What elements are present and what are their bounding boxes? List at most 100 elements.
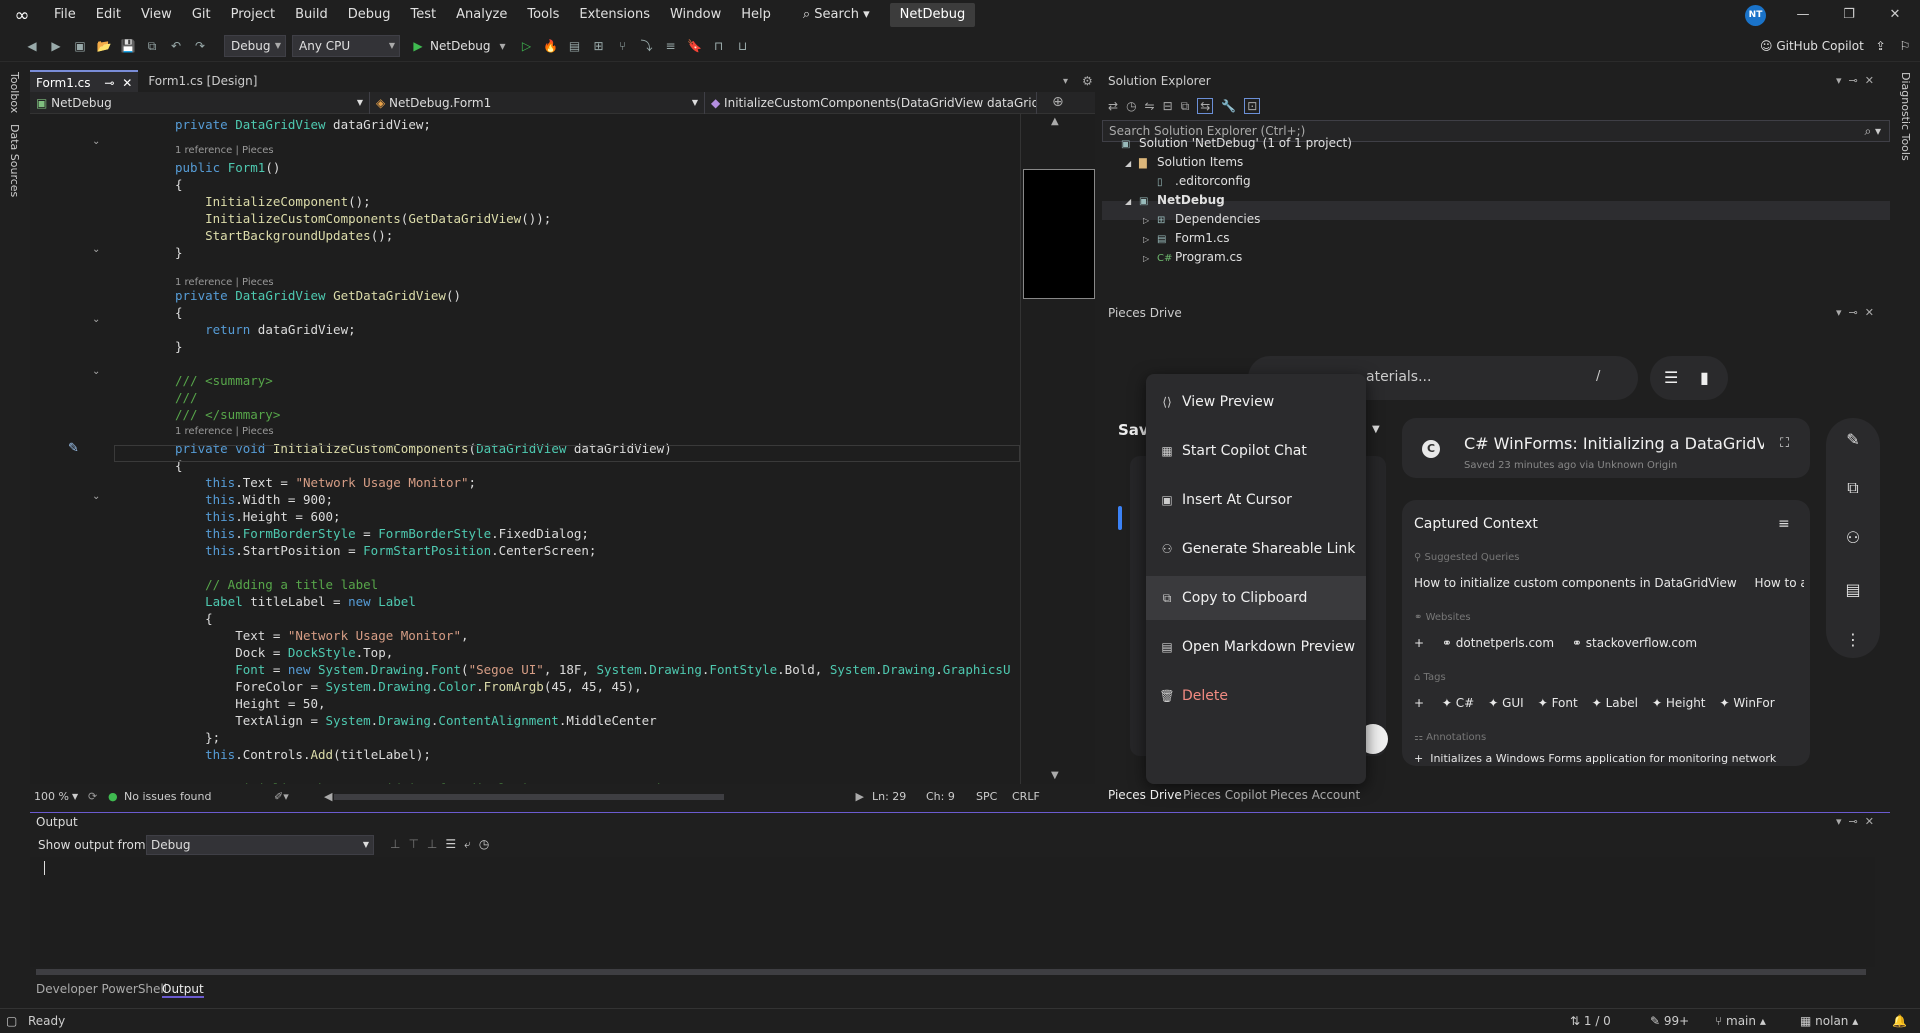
menu-test[interactable]: Test bbox=[401, 0, 447, 30]
find-icon[interactable]: ⊥ bbox=[427, 837, 445, 851]
code-line[interactable]: Label titleLabel = new Label bbox=[175, 593, 416, 610]
new-item-icon[interactable]: ▣ bbox=[71, 37, 89, 55]
notes-icon[interactable]: ≡ bbox=[1778, 516, 1790, 532]
output-panel-controls[interactable]: ▾ ⊸ ✕ bbox=[1836, 815, 1874, 828]
quick-actions-brush-icon[interactable]: ✎ bbox=[68, 441, 79, 456]
configuration-select[interactable]: Debug ▼ bbox=[224, 34, 286, 57]
code-line[interactable]: // Adding a title label bbox=[175, 576, 378, 593]
tag-chip[interactable]: ✦ Height bbox=[1652, 696, 1706, 710]
output-text-area[interactable] bbox=[30, 857, 1875, 967]
code-line[interactable]: this.FormBorderStyle = FormBorderStyle.F… bbox=[175, 525, 589, 542]
code-line[interactable]: Dock = DockStyle.Top, bbox=[175, 644, 393, 661]
expand-icon[interactable]: ⛶ bbox=[1780, 436, 1789, 451]
code-line[interactable]: public Form1() bbox=[175, 159, 280, 176]
pin-icon[interactable]: ⊸ bbox=[1849, 74, 1858, 87]
goto-prev-icon[interactable]: ⊥ bbox=[390, 837, 408, 851]
codelens-reference[interactable]: 1 reference | Pieces bbox=[175, 145, 274, 157]
fold-chevron-icon[interactable]: ⌄ bbox=[92, 366, 100, 377]
menu-analyze[interactable]: Analyze bbox=[446, 0, 517, 30]
query-chip[interactable]: How to initialize custom components in D… bbox=[1414, 576, 1737, 590]
tab-developer-powershell[interactable]: Developer PowerShell bbox=[36, 982, 167, 996]
properties-wrench-icon[interactable]: 🔧 bbox=[1221, 99, 1236, 113]
show-all-files-icon[interactable]: ⧉ bbox=[1181, 99, 1190, 114]
tree-item[interactable]: ▷ ⊞ Dependencies bbox=[1143, 210, 1260, 229]
code-line[interactable]: Text = "Network Usage Monitor", bbox=[175, 627, 468, 644]
layout-icon[interactable]: ⊞ bbox=[590, 37, 608, 55]
pieces-panel-controls[interactable]: ▾ ⊸ ✕ bbox=[1836, 302, 1874, 324]
website-chip[interactable]: ⚭ stackoverflow.com bbox=[1572, 636, 1697, 650]
share-icon[interactable]: ⇪ bbox=[1876, 39, 1886, 53]
code-line[interactable]: }; bbox=[175, 729, 220, 746]
tree-item[interactable]: ▷ ▤ Form1.cs bbox=[1143, 229, 1230, 248]
bookmark-icon[interactable]: 🔖 bbox=[686, 37, 704, 55]
tab-pieces-drive[interactable]: Pieces Drive bbox=[1108, 786, 1182, 804]
piece-title[interactable]: C# WinForms: Initializing a DataGridVie bbox=[1464, 434, 1764, 453]
pin-icon[interactable]: ⊸ bbox=[104, 76, 114, 90]
codelens-reference[interactable]: 1 reference | Pieces bbox=[175, 426, 274, 438]
forward-icon[interactable]: ▶ bbox=[47, 37, 65, 55]
hscroll-left-icon[interactable]: ◀ bbox=[324, 790, 334, 803]
context-menu-item-insert-at-cursor[interactable]: ▣ Insert At Cursor bbox=[1146, 478, 1366, 522]
expand-arrow-icon[interactable]: ◢ bbox=[1125, 192, 1139, 211]
menu-tools[interactable]: Tools bbox=[517, 0, 569, 30]
copy-icon[interactable]: ⧉ bbox=[1841, 476, 1865, 500]
zoom-level[interactable]: 100 % bbox=[30, 790, 72, 803]
code-line[interactable]: TextAlign = System.Drawing.ContentAlignm… bbox=[175, 712, 656, 729]
tree-item[interactable]: ◢ ▣ NetDebug bbox=[1125, 191, 1225, 210]
tab-pieces-copilot[interactable]: Pieces Copilot bbox=[1183, 786, 1267, 804]
more-options-icon[interactable]: ⋮ bbox=[1841, 628, 1865, 652]
zoom-dropdown-icon[interactable]: ▼ bbox=[72, 792, 88, 801]
context-menu-item-view-preview[interactable]: ⟨⟩ View Preview bbox=[1146, 380, 1366, 424]
code-line[interactable]: { bbox=[175, 176, 183, 193]
split-editor-icon[interactable]: ⊕ bbox=[1052, 94, 1064, 110]
panel-menu-icon[interactable]: ▾ bbox=[1836, 815, 1842, 828]
share-people-icon[interactable]: ⚇ bbox=[1841, 526, 1865, 550]
context-menu-item-open-markdown-preview[interactable]: ▤ Open Markdown Preview bbox=[1146, 625, 1366, 669]
context-menu-item-start-copilot-chat[interactable]: ▦ Start Copilot Chat bbox=[1146, 429, 1366, 473]
code-line[interactable]: } bbox=[175, 338, 183, 355]
tab-output[interactable]: Output bbox=[162, 982, 204, 998]
code-minimap[interactable]: ▲ ▼ bbox=[1020, 114, 1095, 784]
menu-extensions[interactable]: Extensions bbox=[569, 0, 660, 30]
github-copilot-button[interactable]: ☺ GitHub Copilot ⇪ ⚐ bbox=[1760, 30, 1910, 62]
browse-icon[interactable]: ▤ bbox=[566, 37, 584, 55]
tab-overflow-icon[interactable]: ▾ bbox=[1063, 76, 1068, 87]
sort-dropdown-icon[interactable]: ▼ bbox=[1372, 424, 1380, 435]
code-line[interactable]: /// </summary> bbox=[175, 406, 280, 423]
pending-changes-status[interactable]: ✎ 99+ bbox=[1650, 1009, 1689, 1033]
expand-arrow-icon[interactable]: ▷ bbox=[1143, 249, 1157, 268]
undo-icon[interactable]: ↶ bbox=[167, 37, 185, 55]
tag-chip[interactable]: ✦ GUI bbox=[1488, 696, 1524, 710]
menu-edit[interactable]: Edit bbox=[86, 0, 131, 30]
project-nav-select[interactable]: ▣ NetDebug ▼ bbox=[30, 92, 370, 114]
tab-form1-cs[interactable]: Form1.cs ⊸ ✕ bbox=[30, 70, 139, 92]
panel-menu-icon[interactable]: ▾ bbox=[1836, 74, 1842, 87]
menu-file[interactable]: File bbox=[44, 0, 86, 30]
tab-pieces-account[interactable]: Pieces Account bbox=[1270, 786, 1360, 804]
minimize-icon[interactable]: — bbox=[1780, 0, 1826, 30]
settings-gear-icon[interactable]: ⚙ bbox=[1082, 74, 1093, 88]
tag-chip[interactable]: ✦ Label bbox=[1592, 696, 1638, 710]
run-target-button[interactable]: NetDebug bbox=[430, 39, 491, 53]
open-folder-icon[interactable]: 📂 bbox=[95, 37, 113, 55]
expand-arrow-icon[interactable]: ▷ bbox=[1143, 211, 1157, 230]
tree-item[interactable]: ▷ C# Program.cs bbox=[1143, 248, 1242, 267]
comment-icon[interactable]: ≡ bbox=[662, 37, 680, 55]
account-avatar[interactable]: NT bbox=[1745, 5, 1766, 26]
code-line[interactable]: { bbox=[175, 304, 183, 321]
annotation-text[interactable]: Initializes a Windows Forms application … bbox=[1430, 752, 1776, 765]
code-line[interactable]: this.StartPosition = FormStartPosition.C… bbox=[175, 542, 596, 559]
goto-next-icon[interactable]: ⊤ bbox=[408, 837, 426, 851]
code-line[interactable]: StartBackgroundUpdates(); bbox=[175, 227, 393, 244]
panel-menu-icon[interactable]: ▾ bbox=[1836, 306, 1842, 319]
issues-status[interactable]: No issues found bbox=[124, 790, 274, 803]
gallery-view-icon[interactable]: ▮ bbox=[1700, 368, 1709, 387]
menu-git[interactable]: Git bbox=[182, 0, 221, 30]
context-menu-item-delete[interactable]: 🗑 Delete bbox=[1146, 674, 1366, 718]
context-menu-item-generate-shareable-link[interactable]: ⚇ Generate Shareable Link bbox=[1146, 527, 1366, 571]
search-icon[interactable]: ⌕ ▾ bbox=[1864, 121, 1881, 141]
menu-debug[interactable]: Debug bbox=[338, 0, 401, 30]
code-line[interactable]: } bbox=[175, 244, 183, 261]
switch-views-icon[interactable]: ⇄ bbox=[1108, 99, 1118, 113]
notes-icon[interactable]: ▤ bbox=[1841, 578, 1865, 602]
